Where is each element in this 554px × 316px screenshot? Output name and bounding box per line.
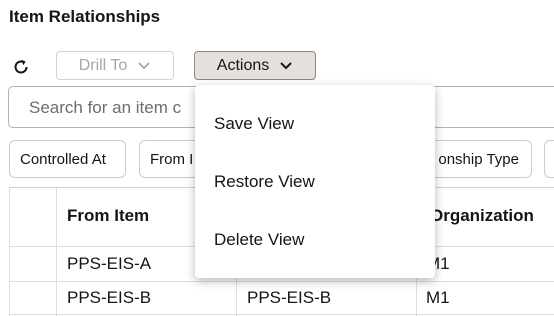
- filter-chip-more[interactable]: [544, 140, 554, 178]
- column-divider: [56, 188, 57, 316]
- drill-to-label: Drill To: [78, 56, 128, 74]
- table-cell-from-item: PPS-EIS-B: [67, 288, 152, 307]
- drill-to-button[interactable]: Drill To: [56, 51, 174, 80]
- refresh-icon: [14, 59, 28, 74]
- menu-item-save-view[interactable]: Save View: [195, 95, 435, 153]
- actions-button[interactable]: Actions: [194, 51, 316, 80]
- menu-item-delete-view[interactable]: Delete View: [195, 211, 435, 269]
- table-cell-to-item: PPS-EIS-B: [247, 288, 332, 307]
- table-cell-from-item: PPS-EIS-A: [67, 254, 152, 273]
- actions-label: Actions: [216, 56, 270, 74]
- filter-chip-label: From I: [150, 150, 194, 168]
- table-border: [9, 188, 10, 316]
- row-divider: [9, 281, 554, 282]
- refresh-button[interactable]: [10, 56, 32, 78]
- filter-chip-controlled-at[interactable]: Controlled At: [9, 140, 126, 178]
- chevron-down-icon: [138, 61, 150, 69]
- page-title: Item Relationships: [9, 7, 161, 26]
- chevron-down-icon: [280, 61, 292, 69]
- filter-chip-label: Controlled At: [20, 150, 106, 168]
- actions-menu: Save View Restore View Delete View: [195, 85, 435, 278]
- row-divider: [9, 314, 554, 315]
- search-placeholder: Search for an item c: [29, 98, 182, 117]
- column-header-organization[interactable]: Organization: [430, 206, 534, 226]
- filter-chip-label: onship Type: [438, 150, 519, 168]
- menu-item-restore-view[interactable]: Restore View: [195, 153, 435, 211]
- column-header-from-item[interactable]: From Item: [67, 206, 149, 226]
- table-cell-organization: M1: [426, 288, 450, 307]
